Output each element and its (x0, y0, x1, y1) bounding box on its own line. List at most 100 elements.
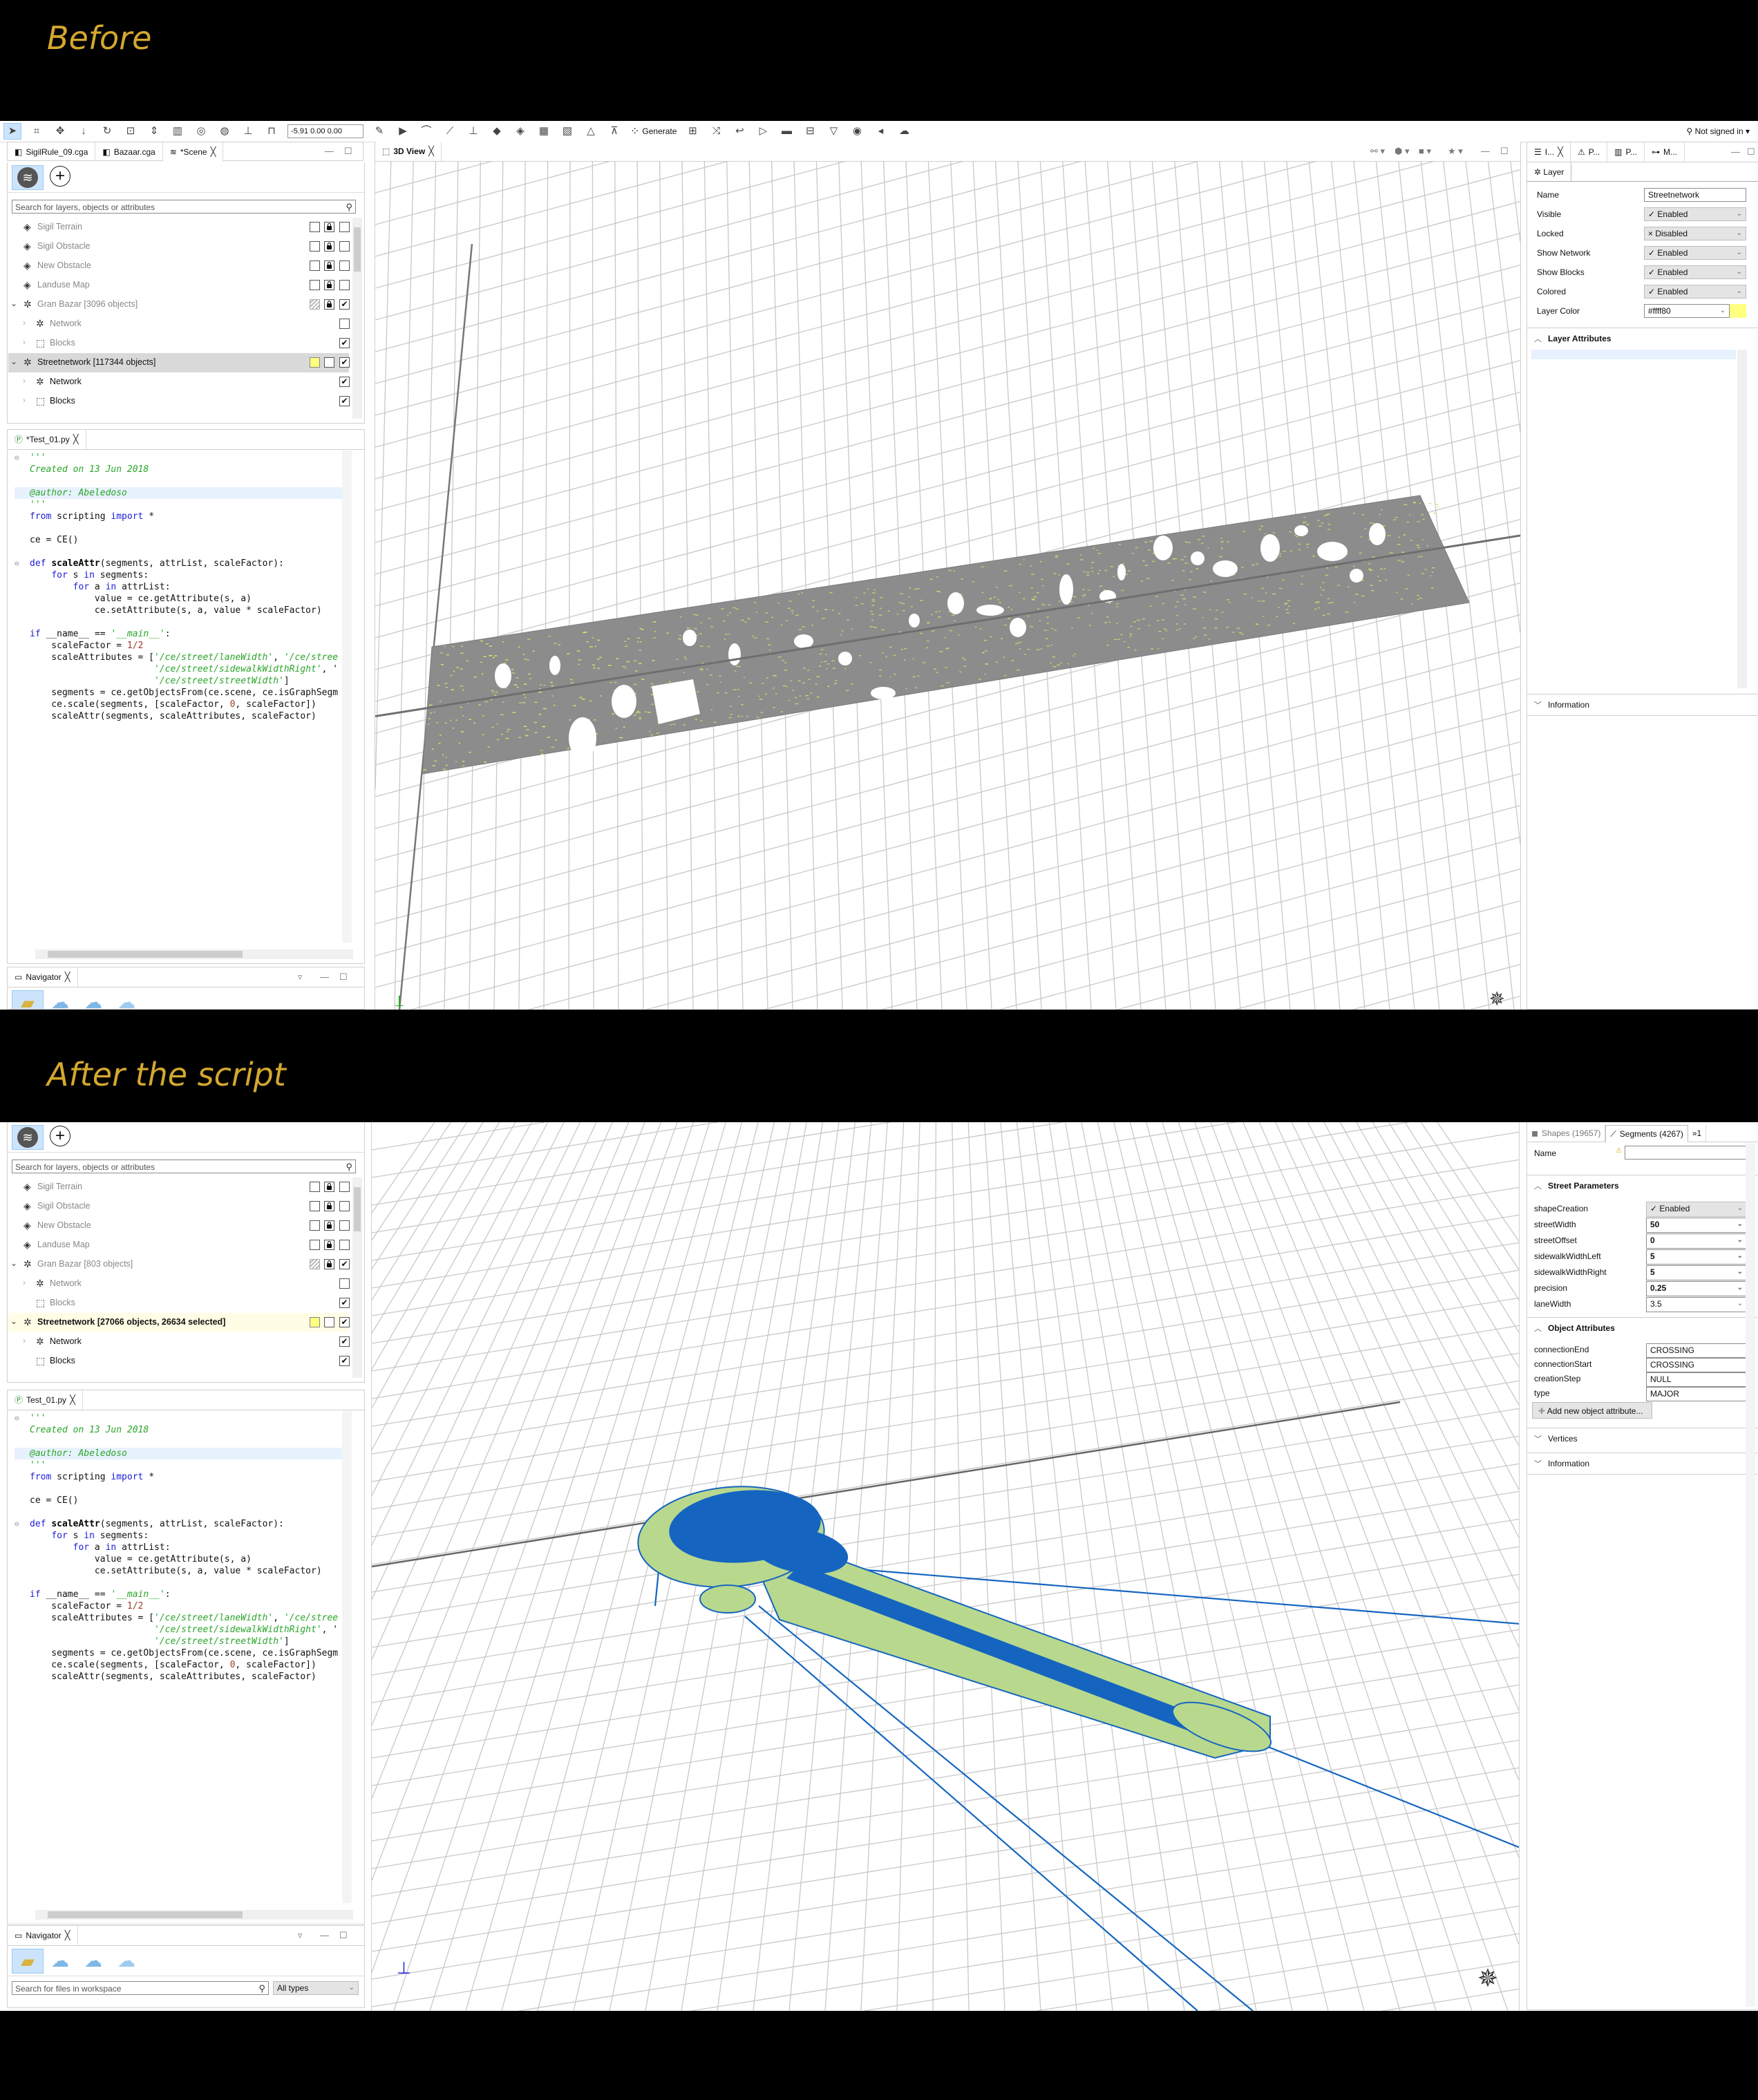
layers-scrollbar[interactable] (352, 1177, 362, 1378)
vertices-header[interactable]: ﹀ Vertices (1527, 1428, 1758, 1449)
tab-problems[interactable]: ⚠ P... (1571, 142, 1607, 162)
tab-model-hierarchy[interactable]: ⊶ M... (1645, 142, 1685, 162)
generate-button[interactable]: ⁘ Generate (630, 124, 677, 138)
fold-icon[interactable]: ⊖ (15, 452, 19, 464)
close-icon[interactable]: ╳ (1558, 142, 1563, 162)
minimize-icon[interactable]: — (320, 967, 329, 987)
layer-tree-row[interactable]: › ✲ Network ✔ (8, 372, 349, 392)
move-axis-icon[interactable]: ⇕ (146, 124, 162, 139)
terrain-icon[interactable]: △ (583, 124, 599, 139)
lock-toggle[interactable] (324, 261, 334, 271)
lock-toggle[interactable] (324, 1182, 334, 1192)
street-parameter-field[interactable]: 5 ⌄ (1646, 1249, 1747, 1265)
maximize-icon[interactable]: ☐ (339, 967, 348, 987)
property-select[interactable]: × Disabled ⌄ (1644, 227, 1746, 240)
tab-more[interactable]: »1 (1688, 1125, 1706, 1142)
color-toggle[interactable] (310, 1240, 320, 1250)
shuffle-icon[interactable]: ⤨ (708, 124, 724, 139)
layer-tree-row[interactable]: ◈ Landuse Map (8, 1236, 349, 1255)
visibility-checkbox[interactable] (339, 1278, 350, 1289)
chevron-down-icon[interactable]: ⌄ (10, 299, 17, 308)
visibility-checkbox[interactable]: ✔ (339, 299, 350, 310)
visibility-checkbox[interactable]: ✔ (339, 1259, 350, 1269)
globe-icon[interactable]: ◍ (216, 124, 233, 139)
add-layer-button[interactable]: + (45, 1125, 75, 1148)
maximize-icon[interactable]: ☐ (339, 1926, 348, 1945)
layer-tree-row[interactable]: ◈ Sigil Terrain (8, 218, 349, 237)
visibility-checkbox[interactable]: ✔ (339, 1298, 350, 1308)
visibility-checkbox[interactable]: ✔ (339, 396, 350, 406)
layer-tree-row[interactable]: ◈ Sigil Obstacle (8, 237, 349, 256)
add-layer-button[interactable]: + (45, 165, 75, 189)
chevron-right-icon[interactable]: › (23, 1336, 26, 1345)
workspace-search-input[interactable]: Search for files in workspace ⚲ (12, 1981, 269, 1995)
scale-icon[interactable]: ⊡ (122, 124, 139, 139)
information-header[interactable]: ﹀ Information (1527, 694, 1758, 716)
layer-tree-row[interactable]: › ⬚ Blocks ✔ (8, 334, 349, 353)
street-parameter-field[interactable]: 0 ⌄ (1646, 1233, 1747, 1249)
scrollbar-thumb[interactable] (48, 1911, 243, 1918)
move-icon[interactable]: ✥ (52, 124, 68, 139)
layer-search-input[interactable]: Search for layers, objects or attributes… (12, 200, 356, 214)
lock-toggle[interactable] (324, 280, 334, 290)
display-options-icon[interactable]: ⬢ ▾ (1395, 142, 1410, 161)
layers-scrollbar[interactable] (352, 218, 362, 419)
chevron-right-icon[interactable]: › (23, 376, 26, 386)
scrollbar-thumb[interactable] (48, 951, 243, 958)
lock-toggle[interactable] (324, 299, 334, 310)
visibility-checkbox[interactable] (339, 1240, 350, 1250)
scrollbar-thumb[interactable] (354, 1187, 361, 1231)
cloud-group-icon[interactable]: ☁ (78, 990, 108, 1010)
layers-view-button[interactable]: ≋ (12, 165, 44, 190)
visibility-checkbox[interactable]: ✔ (339, 1317, 350, 1327)
layer-tree-row[interactable]: › ⬚ Blocks ✔ (8, 392, 349, 411)
maximize-icon[interactable]: ☐ (344, 142, 352, 161)
color-toggle[interactable] (310, 280, 320, 290)
street-parameter-field[interactable]: ✓ Enabled ⌄ (1646, 1202, 1747, 1217)
lock-toggle[interactable] (324, 1317, 334, 1327)
visibility-icon[interactable]: ◉ (849, 124, 865, 139)
color-toggle[interactable] (310, 357, 320, 368)
tab-sigilrule-09-cga[interactable]: ◧ SigilRule_09.cga (8, 142, 95, 162)
fold-icon[interactable]: ⊖ (15, 1412, 19, 1424)
layers-view-button[interactable]: ≋ (12, 1125, 44, 1150)
maximize-icon[interactable]: ☐ (1747, 142, 1755, 162)
code-area[interactable]: ⊖'''Created on 13 Jun 2018​@author: Abel… (15, 1412, 342, 1904)
tab-bazaar-cga[interactable]: ◧ Bazaar.cga (95, 142, 162, 162)
visibility-checkbox[interactable] (339, 261, 350, 271)
object-attributes-header[interactable]: ︿ Object Attributes (1527, 1317, 1758, 1338)
visibility-checkbox[interactable]: ✔ (339, 357, 350, 368)
street-parameter-field[interactable]: 3.5 ⌄ (1646, 1297, 1747, 1312)
layer-tree-row[interactable]: ◈ Sigil Obstacle (8, 1197, 349, 1216)
minimize-icon[interactable]: — (325, 142, 334, 161)
close-icon[interactable]: ╳ (65, 967, 70, 987)
color-toggle[interactable] (310, 241, 320, 252)
lock-toggle[interactable] (324, 1259, 334, 1269)
chevron-right-icon[interactable]: › (23, 1278, 26, 1287)
close-icon[interactable]: ╳ (73, 430, 79, 449)
color-toggle[interactable] (310, 1317, 320, 1327)
chevron-down-icon[interactable]: ⌄ (10, 357, 17, 366)
terrain-align-icon[interactable]: ⊼ (606, 124, 623, 139)
property-select[interactable]: ✓ Enabled ⌄ (1644, 246, 1746, 260)
draw-polygon-icon[interactable]: ✎ (371, 124, 388, 139)
select-arrow-icon[interactable]: ➤ (3, 123, 21, 140)
cloud-icon[interactable]: ☁ (111, 1949, 142, 1972)
property-select[interactable]: ✓ Enabled ⌄ (1644, 265, 1746, 279)
lock-toggle[interactable] (324, 241, 334, 252)
cloud-group-icon[interactable]: ☁ (78, 1949, 108, 1972)
color-toggle[interactable] (310, 299, 320, 310)
view-settings-icon[interactable]: ■ ▾ (1419, 142, 1431, 161)
layer-tree-row[interactable]: ◈ Sigil Terrain (8, 1177, 349, 1197)
name-field[interactable] (1625, 1146, 1747, 1160)
chevron-down-icon[interactable]: ⌄ (10, 1316, 17, 1326)
visibility-checkbox[interactable] (339, 241, 350, 252)
funnel-icon[interactable]: ▽ (825, 124, 842, 139)
bookmarks-icon[interactable]: ★ ▾ (1448, 142, 1463, 161)
color-toggle[interactable] (310, 261, 320, 271)
weather-icon[interactable]: ☁ (896, 124, 912, 139)
layer-tree-row[interactable]: ◈ New Obstacle (8, 1216, 349, 1236)
visibility-checkbox[interactable] (339, 1220, 350, 1231)
layer-tree-row[interactable]: › ✲ Network (8, 1274, 349, 1294)
draw-brush-icon[interactable]: ⟋ (442, 124, 458, 139)
